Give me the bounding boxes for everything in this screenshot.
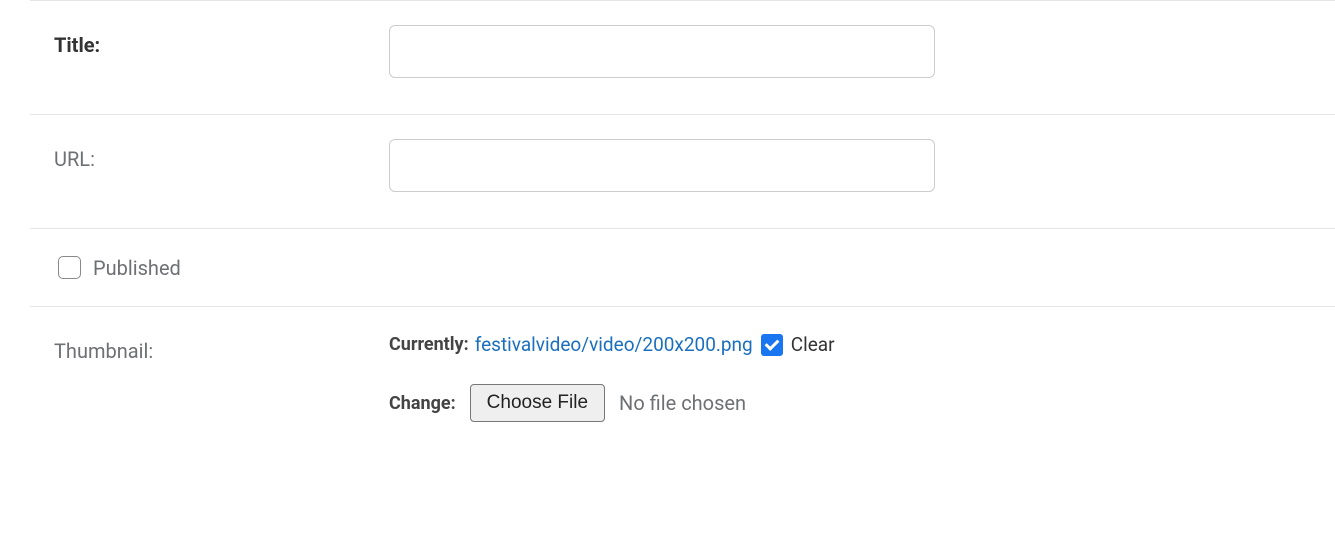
thumbnail-content: Currently: festivalvideo/video/200x200.p… [389,331,1335,422]
published-label: Published [93,256,181,280]
no-file-chosen-text: No file chosen [619,391,746,415]
currently-label: Currently: [389,334,469,355]
published-checkbox[interactable] [58,256,81,279]
clear-checkbox[interactable] [761,334,783,356]
current-file-link[interactable]: festivalvideo/video/200x200.png [475,333,753,356]
url-label: URL: [54,139,389,171]
title-input[interactable] [389,25,935,78]
title-row: Title: [30,0,1335,114]
title-content [389,25,1335,90]
published-row: Published [30,228,1335,306]
thumbnail-row: Thumbnail: Currently: festivalvideo/vide… [30,306,1335,446]
url-row: URL: [30,114,1335,228]
clear-label: Clear [791,333,835,356]
url-content [389,139,1335,204]
title-label: Title: [54,25,389,57]
choose-file-button[interactable]: Choose File [470,384,605,422]
url-input[interactable] [389,139,935,192]
thumbnail-label: Thumbnail: [54,331,389,363]
thumbnail-change-line: Change: Choose File No file chosen [389,384,1335,422]
change-label: Change: [389,393,456,414]
thumbnail-currently-line: Currently: festivalvideo/video/200x200.p… [389,333,1335,356]
